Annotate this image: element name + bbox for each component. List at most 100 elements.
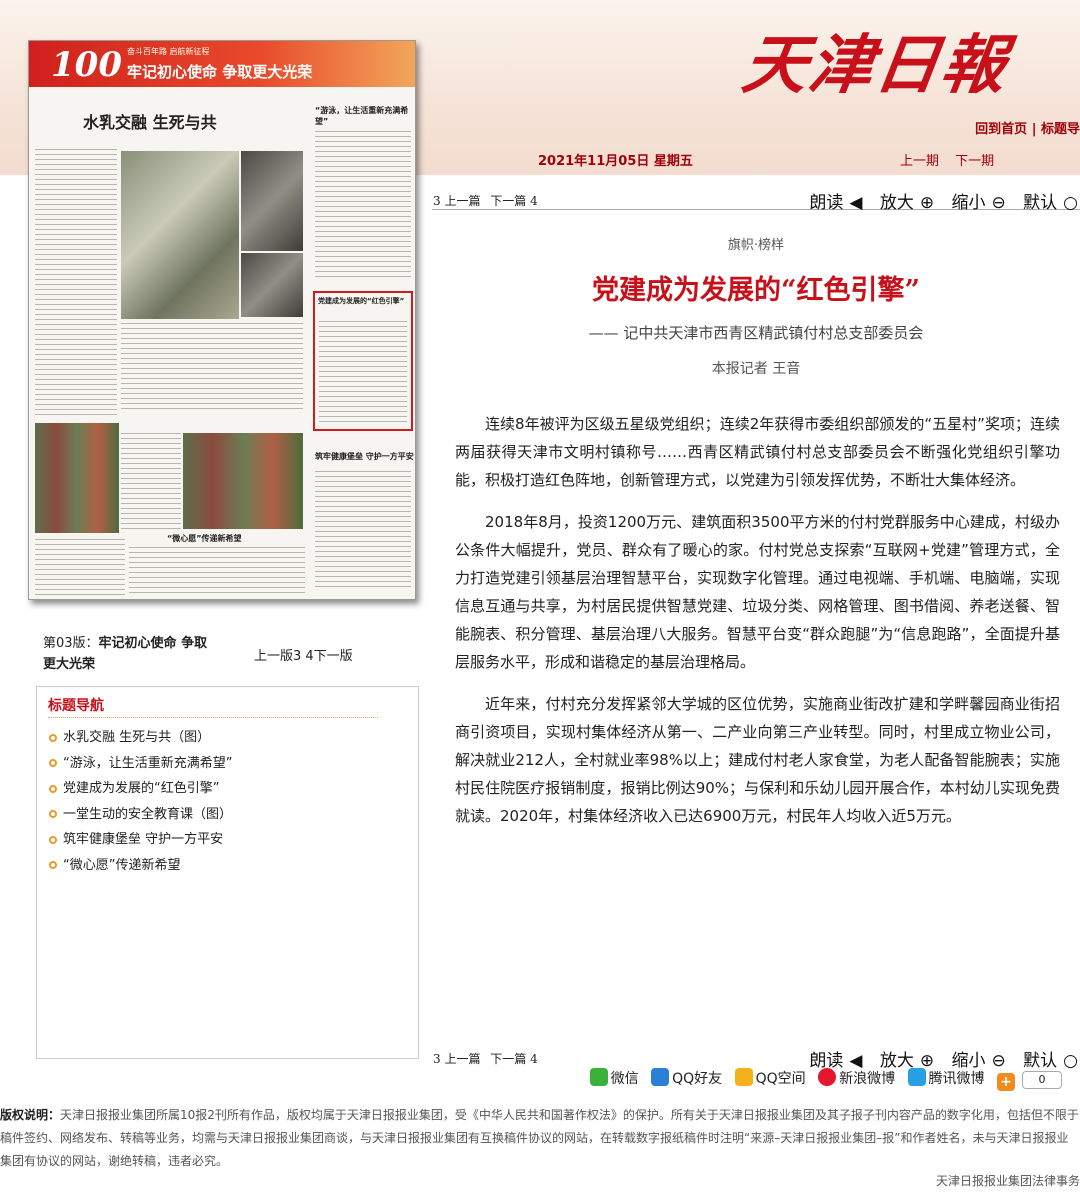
thumb-photo-students[interactable] [183, 433, 303, 529]
speaker-icon: ◀ [849, 193, 863, 213]
nav-item[interactable]: “游泳，让生活重新充满希望” [49, 751, 232, 777]
article-byline: 本报记者 王音 [711, 361, 801, 377]
circle-icon: ○ [1063, 1051, 1078, 1071]
thumb-photo-historic[interactable] [241, 151, 303, 251]
article-body: 连续8年被评为区级五星级党组织；连续2年获得市委组织部颁发的“五星村”奖项；连续… [455, 410, 1060, 844]
bullet-icon [49, 733, 57, 742]
share-qq-friend-button[interactable]: QQ好友 [651, 1068, 722, 1088]
thumb-text-block [35, 149, 117, 419]
thumb-small-title[interactable]: “微心愿”传递新希望 [167, 533, 242, 544]
thumb-headline[interactable]: 水乳交融 生死与共 [83, 109, 217, 133]
nav-item[interactable]: 一堂生动的安全教育课（图） [49, 802, 232, 828]
share-wechat-label: 微信 [610, 1071, 639, 1087]
newspaper-logo[interactable]: 天津日報 [738, 14, 1015, 106]
zoom-out-label: 缩小 [951, 193, 986, 213]
thumb-text-block [319, 321, 407, 425]
page-banner: 100 奋斗百年路 启航新征程 牢记初心使命 争取更大光荣 [29, 41, 415, 87]
centenary-emblem: 100 [51, 45, 122, 85]
article-subtitle: —— 记中共天津市西青区精武镇付村总支部委员会 [588, 324, 924, 342]
qzone-star-icon [734, 1068, 753, 1086]
share-tencent-weibo-button[interactable]: 腾讯微博 [907, 1068, 985, 1088]
bullet-icon [49, 861, 57, 869]
next-article-link[interactable]: 下一篇 4 [490, 194, 537, 208]
plus-icon: + [997, 1073, 1015, 1091]
title-navigation-panel: 标题导航 水乳交融 生死与共（图） “游泳，让生活重新充满希望” 党建成为发展的… [36, 686, 419, 1059]
zoom-in-button[interactable]: 放大 ⊕ [874, 193, 934, 213]
article-toolbar-bottom: 3 上一篇 下一篇 4 朗读 ◀ 放大 ⊕ 缩小 ⊖ 默认 ○ [432, 1046, 1080, 1071]
thumb-text-block [315, 471, 411, 591]
issue-date: 2021年11月05日 星期五 [538, 154, 693, 169]
nav-item-label: 一堂生动的安全教育课（图） [63, 806, 233, 822]
newspaper-page-thumbnail[interactable]: 100 奋斗百年路 启航新征程 牢记初心使命 争取更大光荣 水乳交融 生死与共 … [28, 40, 416, 600]
sina-weibo-icon [818, 1068, 837, 1086]
article-paragraph: 连续8年被评为区级五星级党组织；连续2年获得市委组织部颁发的“五星村”奖项；连续… [455, 415, 1060, 489]
zoom-out-button[interactable]: 缩小 ⊖ [946, 193, 1006, 213]
thumb-small-title[interactable]: “游泳，让生活重新充满希望” [315, 105, 415, 127]
title-nav-link[interactable]: 标题导 [1041, 122, 1080, 137]
read-aloud-button[interactable]: 朗读 ◀ [803, 193, 862, 213]
thumb-text-block [121, 323, 303, 413]
default-size-button[interactable]: 默认 ○ [1017, 193, 1078, 213]
share-qzone-label: QQ空间 [755, 1071, 806, 1087]
bullet-icon [49, 784, 57, 793]
bullet-icon [49, 835, 57, 844]
nav-item-label: “游泳，让生活重新充满希望” [63, 755, 233, 771]
thumb-photo-historic-2[interactable] [241, 253, 303, 317]
nav-item[interactable]: 水乳交融 生死与共（图） [49, 725, 232, 751]
share-qq-label: QQ好友 [672, 1071, 723, 1087]
thumb-text-block [35, 539, 125, 595]
page-info: 第03版：牢记初心使命 争取更大光荣 [43, 633, 213, 675]
article-paragraph: 2018年8月，投资1200万元、建筑面积3500平方米的付村党群服务中心建成，… [455, 513, 1060, 671]
share-count: 0 [1022, 1071, 1062, 1089]
article-title: 党建成为发展的“红色引擎” [591, 275, 921, 306]
nav-item[interactable]: 党建成为发展的“红色引擎” [49, 776, 232, 802]
nav-item-label: “微心愿”传递新希望 [63, 857, 181, 873]
thumb-text-block [121, 433, 181, 529]
edition-nav: 上一期 下一期 [900, 150, 1006, 169]
next-article-link[interactable]: 下一篇 4 [490, 1052, 537, 1066]
thumb-small-title[interactable]: 筑牢健康堡垒 守护一方平安 [315, 451, 414, 462]
thumb-box-title: 党建成为发展的“红色引擎” [318, 297, 405, 305]
nav-item[interactable]: 筑牢健康堡垒 守护一方平安 [49, 827, 232, 853]
bullet-icon [49, 810, 57, 818]
thumb-text-block [129, 547, 305, 595]
share-sina-weibo-button[interactable]: 新浪微博 [818, 1068, 895, 1088]
article-prev-next: 3 上一篇 下一篇 4 [433, 192, 544, 209]
banner-slogan: 牢记初心使命 争取更大光荣 [127, 63, 313, 81]
default-size-label: 默认 [1023, 193, 1058, 213]
plus-circle-icon: ⊕ [919, 193, 935, 213]
tencent-weibo-icon [907, 1068, 926, 1086]
share-more-button[interactable]: +0 [997, 1071, 1062, 1091]
prev-article-link[interactable]: 3 上一篇 [433, 194, 480, 208]
thumb-photo-portrait[interactable] [35, 423, 119, 533]
article-prev-next: 3 上一篇 下一篇 4 [433, 1050, 544, 1067]
link-separator: | [1031, 122, 1041, 137]
copyright-notice: 版权说明：天津日报报业集团所属10报2刊所有作品，版权均属于天津日报报业集团，受… [0, 1104, 1080, 1173]
prev-issue-link[interactable]: 上一期 [900, 154, 939, 169]
share-sina-label: 新浪微博 [839, 1071, 896, 1087]
share-wechat-button[interactable]: 微信 [589, 1068, 639, 1088]
share-tencent-label: 腾讯微博 [928, 1071, 985, 1087]
legal-affairs-link[interactable]: 天津日报报业集团法律事务 [936, 1172, 1080, 1189]
copyright-label: 版权说明： [0, 1108, 61, 1122]
reading-tools: 朗读 ◀ 放大 ⊕ 缩小 ⊖ 默认 ○ [797, 188, 1078, 213]
article-paragraph: 近年来，付村充分发挥紧邻大学城的区位优势，实施商业街改扩建和学畔馨园商业街招商引… [455, 695, 1060, 825]
article-kicker: 旗帜·榜样 [727, 238, 785, 253]
prev-article-link[interactable]: 3 上一篇 [433, 1052, 480, 1066]
next-issue-link[interactable]: 下一期 [955, 154, 994, 169]
banner-small-text: 奋斗百年路 启航新征程 [127, 47, 210, 56]
nav-item-label: 筑牢健康堡垒 守护一方平安 [63, 832, 224, 847]
home-link[interactable]: 回到首页 [975, 122, 1027, 137]
thumb-photo-landscape[interactable] [121, 151, 239, 319]
current-article-highlight[interactable]: 党建成为发展的“红色引擎” [313, 291, 413, 431]
article-toolbar-top: 3 上一篇 下一篇 4 朗读 ◀ 放大 ⊕ 缩小 ⊖ 默认 ○ [432, 188, 1080, 213]
share-bar: 微信 QQ好友 QQ空间 新浪微博 腾讯微博 +0 [582, 1068, 1062, 1091]
share-qzone-button[interactable]: QQ空间 [734, 1068, 806, 1088]
read-aloud-label: 朗读 [809, 193, 844, 213]
thumb-text-block [315, 131, 411, 281]
top-links: 回到首页 | 标题导 [975, 118, 1080, 140]
nav-item[interactable]: “微心愿”传递新希望 [49, 853, 232, 879]
nav-list: 水乳交融 生死与共（图） “游泳，让生活重新充满希望” 党建成为发展的“红色引擎… [49, 725, 232, 878]
page-nav[interactable]: 上一版3 4下一版 [254, 645, 353, 664]
minus-circle-icon: ⊖ [991, 193, 1006, 213]
